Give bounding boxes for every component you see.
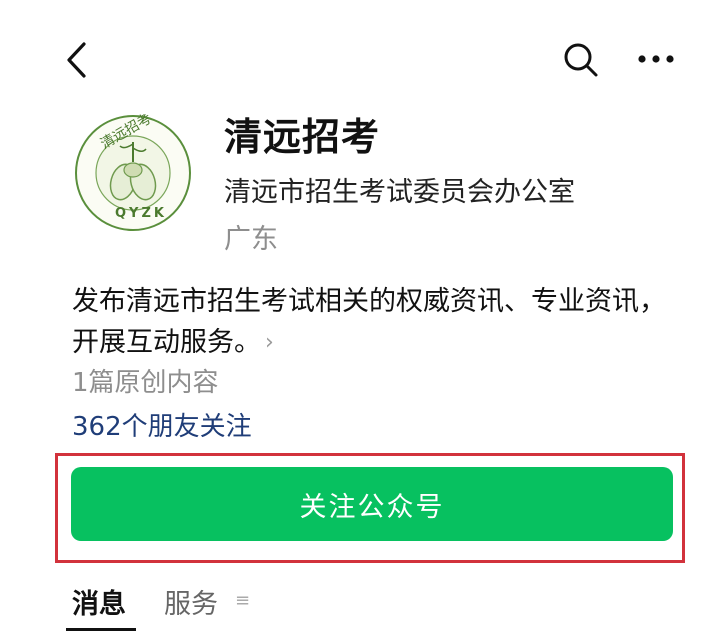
chevron-right-icon[interactable]: ›: [265, 322, 274, 363]
article-count: 1篇原创内容: [72, 368, 219, 398]
search-button[interactable]: [563, 40, 599, 80]
friends-following-link[interactable]: 362个朋友关注: [72, 406, 252, 443]
account-organization: 清远市招生考试委员会办公室: [224, 177, 575, 208]
follow-button[interactable]: 关注公众号: [71, 467, 673, 541]
chevron-left-icon: [67, 42, 86, 78]
tab-services[interactable]: 服务: [164, 582, 218, 621]
account-name: 清远招考: [224, 115, 381, 159]
search-icon: [564, 43, 598, 77]
active-tab-indicator: [66, 628, 136, 631]
account-region: 广东: [224, 224, 278, 255]
menu-lines-icon[interactable]: ≡: [235, 590, 250, 611]
tab-messages[interactable]: 消息: [72, 582, 126, 621]
account-logo: 清远招考 QYZK: [74, 111, 192, 232]
back-button[interactable]: [62, 40, 94, 80]
description-text: 发布清远市招生考试相关的权威资讯、专业资讯，开展互动服务。: [72, 286, 666, 358]
svg-text:QYZK: QYZK: [115, 206, 167, 221]
more-dots-icon: [638, 55, 674, 63]
more-button[interactable]: [634, 44, 678, 74]
account-description[interactable]: 发布清远市招生考试相关的权威资讯、专业资讯，开展互动服务。 ›: [72, 281, 682, 363]
